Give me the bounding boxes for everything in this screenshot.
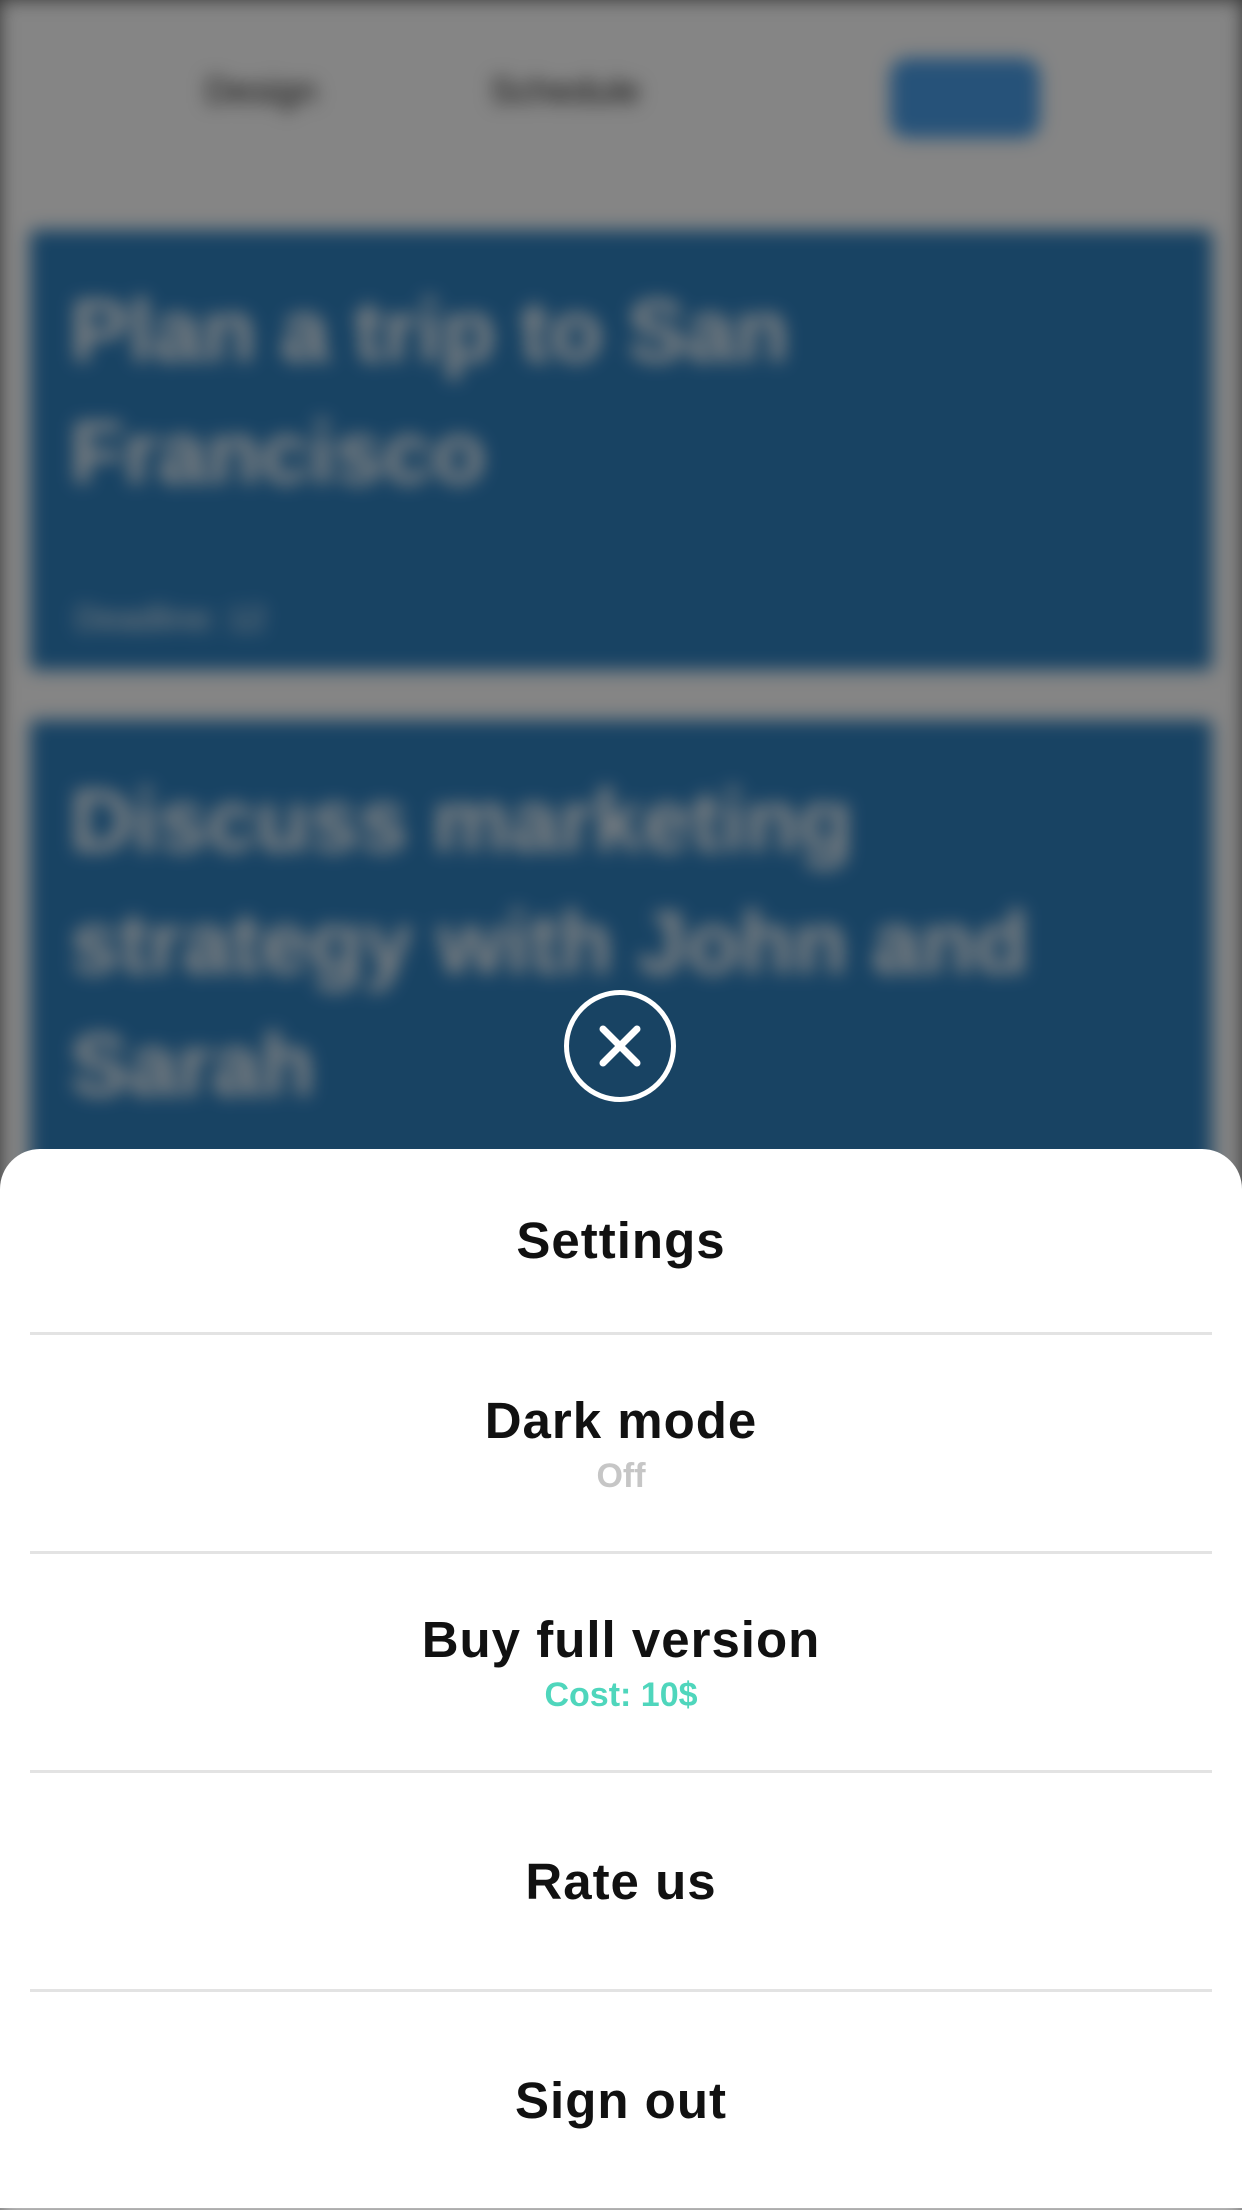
menu-item-dark-mode[interactable]: Dark mode Off: [0, 1335, 1242, 1553]
menu-item-buy-full-version[interactable]: Buy full version Cost: 10$: [0, 1554, 1242, 1772]
price-label: Cost: 10$: [544, 1676, 698, 1714]
menu-item-sign-out[interactable]: Sign out: [0, 1992, 1242, 2210]
menu-item-label: Buy full version: [421, 1611, 821, 1668]
menu-item-label: Rate us: [525, 1853, 717, 1910]
menu-item-label: Sign out: [515, 2072, 727, 2129]
settings-sheet: Settings Dark mode Off Buy full version …: [0, 1149, 1242, 2208]
close-button[interactable]: [564, 990, 676, 1102]
sheet-title: Settings: [516, 1212, 726, 1269]
dark-mode-status: Off: [596, 1457, 646, 1495]
menu-item-label: Dark mode: [484, 1392, 758, 1449]
menu-item-rate-us[interactable]: Rate us: [0, 1773, 1242, 1991]
close-icon: [599, 1025, 641, 1067]
